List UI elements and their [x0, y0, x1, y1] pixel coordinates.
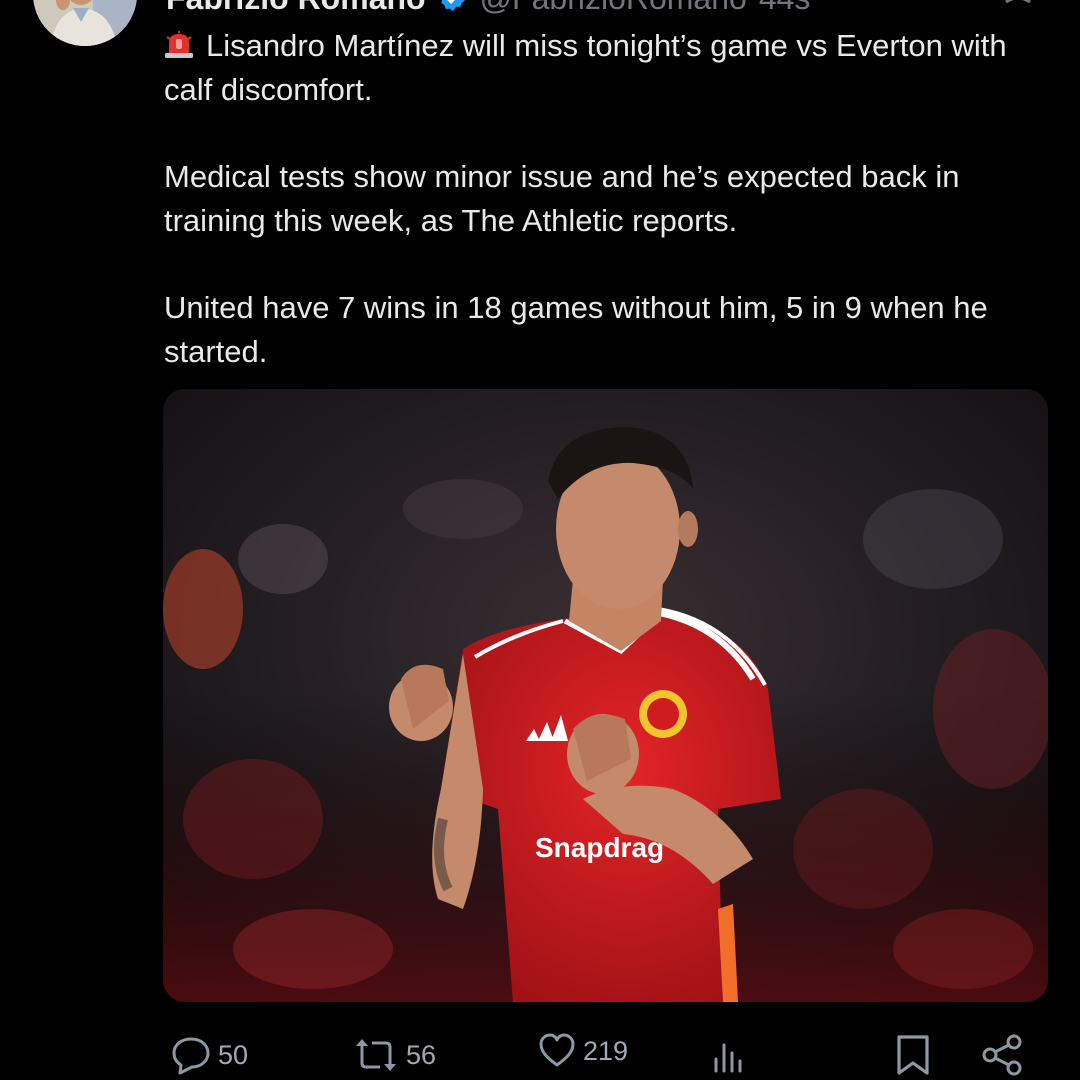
author-handle[interactable]: @FabrizioRomano [480, 0, 747, 17]
repost-icon [356, 1039, 396, 1071]
reply-count: 50 [218, 1039, 249, 1070]
share-button[interactable] [980, 1030, 1024, 1080]
views-button[interactable] [710, 1030, 746, 1080]
author-name[interactable]: Fabrizio Romano [166, 0, 426, 17]
bookmark-button[interactable] [893, 1030, 933, 1080]
reply-button[interactable]: 50 [170, 1030, 248, 1080]
tweet-media-image[interactable]: Snapdrag [163, 389, 1048, 1002]
repost-button[interactable]: 56 [352, 1030, 436, 1080]
paragraph-text: Medical tests show minor issue and he’s … [164, 159, 960, 238]
avatar-photo-icon [33, 0, 137, 46]
tweet-header: Fabrizio Romano @FabrizioRomano 44s [166, 0, 810, 18]
tweet-action-bar: 50 56 219 [0, 1030, 1080, 1080]
heart-icon [539, 1033, 575, 1067]
paragraph-text: United have 7 wins in 18 games without h… [164, 290, 988, 369]
like-count: 219 [583, 1035, 629, 1066]
tweet-paragraph: Medical tests show minor issue and he’s … [164, 155, 1054, 243]
tweet-body: Lisandro Martínez will miss tonight’s ga… [164, 24, 1054, 374]
tweet-paragraph: United have 7 wins in 18 games without h… [164, 286, 1054, 374]
player-photo-icon: Snapdrag [163, 389, 1048, 1002]
paragraph-text: Lisandro Martínez will miss tonight’s ga… [164, 28, 1007, 107]
repost-count: 56 [406, 1039, 437, 1070]
post-time[interactable]: 44s [759, 0, 811, 17]
analytics-icon [714, 1043, 742, 1073]
bookmark-icon [897, 1035, 929, 1075]
reply-icon [172, 1037, 210, 1075]
author-avatar[interactable] [33, 0, 137, 46]
share-icon [982, 1034, 1022, 1076]
like-button[interactable]: 219 [537, 1026, 628, 1076]
tweet-paragraph: Lisandro Martínez will miss tonight’s ga… [164, 24, 1054, 112]
verified-badge-icon [438, 0, 468, 13]
grok-icon[interactable] [996, 0, 1040, 6]
rotating-light-icon [164, 31, 194, 59]
